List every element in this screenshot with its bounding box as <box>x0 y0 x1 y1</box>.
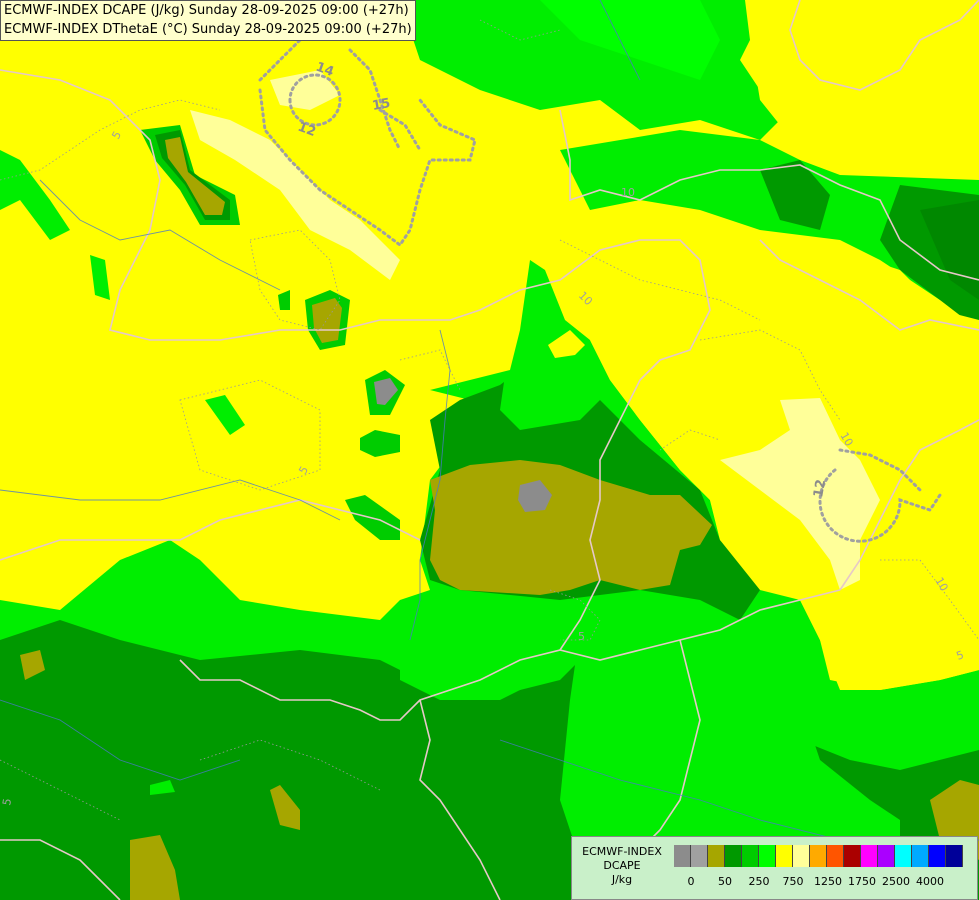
legend-ticks: 0 50 250 750 1250 1750 2500 4000 <box>674 875 974 889</box>
legend-swatch <box>674 845 691 867</box>
legend-tick: 50 <box>718 875 732 888</box>
legend-swatch <box>861 845 878 867</box>
legend-swatch <box>844 845 861 867</box>
legend-line-2: DCAPE <box>603 859 641 872</box>
legend-tick: 1250 <box>814 875 842 888</box>
contour-label: 5 <box>578 630 585 643</box>
legend-swatch <box>912 845 929 867</box>
legend-line-3: J/kg <box>611 873 633 886</box>
legend-tick: 4000 <box>916 875 944 888</box>
legend-swatch <box>742 845 759 867</box>
legend-tick: 750 <box>782 875 804 888</box>
legend-swatch <box>946 845 963 867</box>
dcape-map: 14 15 12 12 5 10 10 5 10 10 5 5 5 <box>0 0 979 900</box>
contour-label: 12 <box>811 478 829 498</box>
legend-tick: 250 <box>748 875 770 888</box>
legend-line-1: ECMWF-INDEX <box>582 845 662 858</box>
legend-swatch <box>691 845 708 867</box>
contour-label: 10 <box>621 186 635 199</box>
contour-label: 15 <box>371 96 391 114</box>
legend-swatch <box>793 845 810 867</box>
legend-swatch <box>929 845 946 867</box>
legend-swatch <box>708 845 725 867</box>
legend-swatches <box>674 845 963 867</box>
map-title: ECMWF-INDEX DCAPE (J/kg) Sunday 28-09-20… <box>0 0 416 41</box>
legend-swatch <box>725 845 742 867</box>
legend-swatch <box>810 845 827 867</box>
legend-tick: 1750 <box>848 875 876 888</box>
legend-swatch <box>759 845 776 867</box>
legend-tick: 0 <box>687 875 695 888</box>
legend-tick: 2500 <box>882 875 910 888</box>
color-legend: ECMWF-INDEX DCAPE J/kg 0 50 250 750 1250… <box>571 836 978 900</box>
legend-swatch <box>895 845 912 867</box>
legend-caption: ECMWF-INDEX DCAPE J/kg <box>572 845 672 887</box>
legend-swatch <box>878 845 895 867</box>
legend-swatch <box>827 845 844 867</box>
legend-swatch <box>776 845 793 867</box>
title-line-dcape: ECMWF-INDEX DCAPE (J/kg) Sunday 28-09-20… <box>4 3 409 18</box>
title-line-dthetae: ECMWF-INDEX DThetaE (°C) Sunday 28-09-20… <box>4 22 412 37</box>
